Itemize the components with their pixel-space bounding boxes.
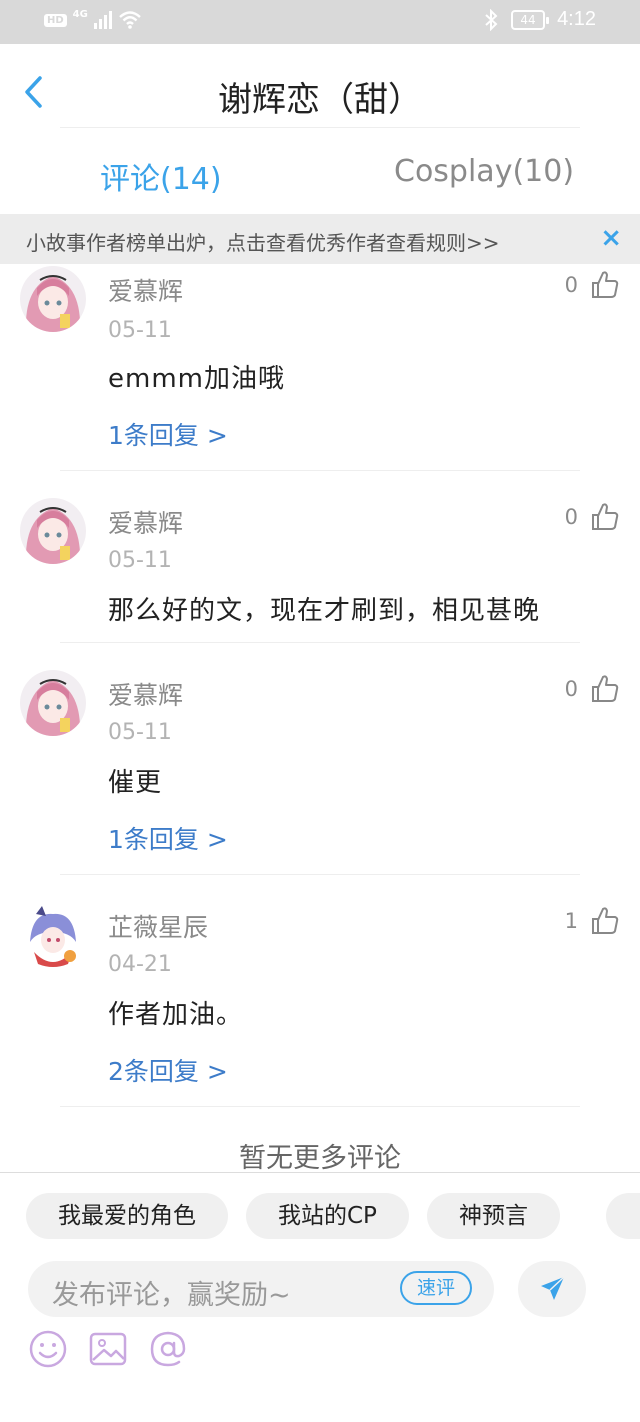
comment-username[interactable]: 爱慕辉 xyxy=(108,272,183,308)
wifi-icon xyxy=(119,11,141,29)
no-more-comments: 暂无更多评论 xyxy=(239,1143,401,1174)
comment-divider xyxy=(60,1106,580,1107)
banner-text[interactable]: 小故事作者榜单出炉，点击查看优秀作者查看规则>> xyxy=(26,227,500,256)
paper-plane-icon xyxy=(541,1276,565,1300)
smiley-icon[interactable] xyxy=(28,1329,68,1369)
comment-username[interactable]: 爱慕辉 xyxy=(108,504,183,540)
comment-divider xyxy=(60,470,580,471)
comment-date: 05-11 xyxy=(108,318,172,343)
reply-count-link[interactable]: 1条回复 > xyxy=(108,820,228,856)
comment-date: 05-11 xyxy=(108,548,172,573)
comment-text: 作者加油。 xyxy=(108,1000,244,1030)
tab-comments[interactable]: 评论(14) xyxy=(100,154,222,198)
avatar[interactable] xyxy=(20,670,86,736)
comment-item[interactable]: 爱慕辉 05-11 催更 1条回复 > 0 xyxy=(0,668,640,874)
at-icon[interactable] xyxy=(148,1329,188,1369)
tab-bar: 评论(14) Cosplay(10) xyxy=(0,128,640,214)
close-icon[interactable]: × xyxy=(600,224,622,252)
like-count: 0 xyxy=(564,505,578,529)
status-bar: HD 4G 44 4:12 xyxy=(0,0,640,44)
reply-count-link[interactable]: 1条回复 > xyxy=(108,416,228,452)
image-icon[interactable] xyxy=(88,1329,128,1369)
comment-composer: 我最爱的角色 我站的CP 神预言 发布评论，赢奖励~ 速评 xyxy=(0,1172,640,1422)
send-button[interactable] xyxy=(518,1261,586,1317)
composer-tools xyxy=(28,1329,188,1369)
banner-rules-link[interactable]: 查看规则>> xyxy=(386,231,500,255)
like-count: 0 xyxy=(564,677,578,701)
quick-comment-button[interactable]: 速评 xyxy=(400,1271,472,1305)
bluetooth-icon xyxy=(485,8,498,31)
tab-cosplay[interactable]: Cosplay(10) xyxy=(394,154,574,189)
header: 谢辉恋（甜） xyxy=(0,44,640,128)
comment-item[interactable]: 芷薇星辰 04-21 作者加油。 2条回复 > 1 xyxy=(0,900,640,1106)
comment-username[interactable]: 芷薇星辰 xyxy=(108,908,208,944)
thumbs-up-icon[interactable] xyxy=(590,674,620,704)
signal-icon xyxy=(93,11,112,29)
comment-input[interactable]: 发布评论，赢奖励~ 速评 xyxy=(28,1261,494,1317)
page-title: 谢辉恋（甜） xyxy=(218,80,422,120)
clock: 4:12 xyxy=(557,8,596,30)
like-button[interactable]: 0 xyxy=(565,270,620,300)
avatar[interactable] xyxy=(20,902,86,968)
topic-chips: 我最爱的角色 我站的CP 神预言 xyxy=(26,1193,560,1239)
reply-count-link[interactable]: 2条回复 > xyxy=(108,1052,228,1088)
comment-username[interactable]: 爱慕辉 xyxy=(108,676,183,712)
hd-indicator: HD xyxy=(44,13,67,27)
comment-text: emmm加油哦 xyxy=(108,364,285,394)
chip-prediction[interactable]: 神预言 xyxy=(426,1193,560,1239)
battery-indicator: 44 xyxy=(511,9,550,30)
notice-banner[interactable]: 小故事作者榜单出炉，点击查看优秀作者查看规则>> × xyxy=(0,214,640,264)
comment-item[interactable]: 爱慕辉 05-11 emmm加油哦 1条回复 > 0 xyxy=(0,264,640,470)
avatar[interactable] xyxy=(20,498,86,564)
like-count: 1 xyxy=(564,909,578,933)
chip-favorite-character[interactable]: 我最爱的角色 xyxy=(26,1193,228,1239)
status-left: HD 4G xyxy=(44,8,142,30)
banner-message: 小故事作者榜单出炉，点击查看优秀作者 xyxy=(26,231,386,255)
comment-date: 05-11 xyxy=(108,720,172,745)
thumbs-up-icon[interactable] xyxy=(590,502,620,532)
avatar[interactable] xyxy=(20,266,86,332)
comment-input-placeholder: 发布评论，赢奖励~ xyxy=(52,1280,291,1311)
comment-date: 04-21 xyxy=(108,952,172,977)
like-button[interactable]: 0 xyxy=(565,502,620,532)
comment-divider xyxy=(60,874,580,875)
comment-item[interactable]: 爱慕辉 05-11 那么好的文，现在才刷到，相见甚晚 0 xyxy=(0,496,640,642)
network-type: 4G xyxy=(72,8,88,20)
comment-text: 那么好的文，现在才刷到，相见甚晚 xyxy=(108,596,541,626)
chip-my-cp[interactable]: 我站的CP xyxy=(246,1193,409,1239)
like-count: 0 xyxy=(564,273,578,297)
comment-text: 催更 xyxy=(108,768,163,798)
like-button[interactable]: 0 xyxy=(565,674,620,704)
thumbs-up-icon[interactable] xyxy=(590,270,620,300)
chip-partial[interactable] xyxy=(606,1193,640,1239)
thumbs-up-icon[interactable] xyxy=(590,906,620,936)
status-right: 44 4:12 xyxy=(483,8,596,31)
comment-divider xyxy=(60,642,580,643)
like-button[interactable]: 1 xyxy=(565,906,620,936)
